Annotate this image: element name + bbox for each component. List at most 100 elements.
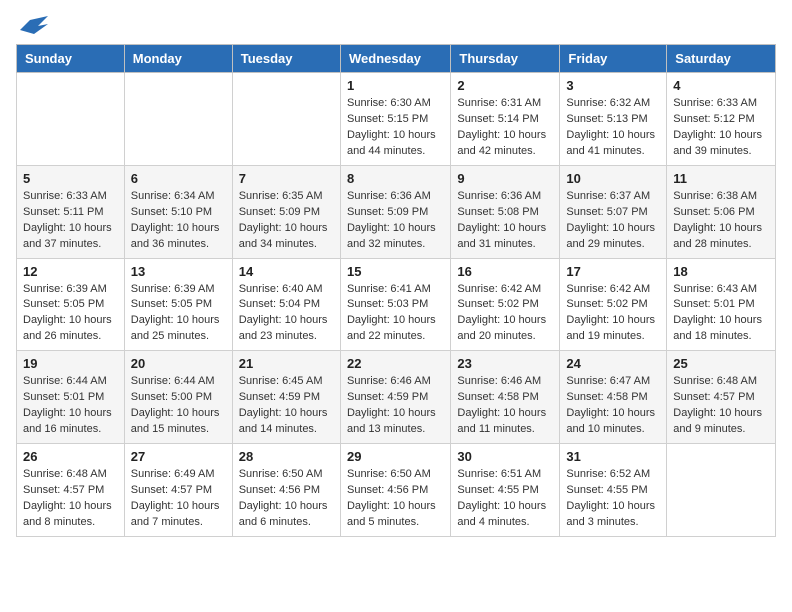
calendar-cell: 25 Sunrise: 6:48 AMSunset: 4:57 PMDayligh… (667, 351, 776, 444)
day-info: Sunrise: 6:42 AMSunset: 5:02 PMDaylight:… (566, 282, 660, 346)
day-number: 9 (457, 171, 553, 186)
day-number: 14 (239, 264, 334, 279)
calendar-cell: 23 Sunrise: 6:46 AMSunset: 4:58 PMDayligh… (451, 351, 560, 444)
calendar-cell: 21Sunrise: 6:45 AMSunset: 4:59 PMDayligh… (232, 351, 340, 444)
calendar-cell: 26 Sunrise: 6:48 AMSunset: 4:57 PMDayligh… (17, 444, 125, 537)
calendar-cell: 15Sunrise: 6:41 AMSunset: 5:03 PMDayligh… (340, 258, 450, 351)
calendar-cell: 17 Sunrise: 6:42 AMSunset: 5:02 PMDayligh… (560, 258, 667, 351)
day-info: Sunrise: 6:38 AMSunset: 5:06 PMDaylight:… (673, 189, 769, 253)
calendar-cell: 29 Sunrise: 6:50 AMSunset: 4:56 PMDayligh… (340, 444, 450, 537)
day-number: 31 (566, 449, 660, 464)
day-number: 29 (347, 449, 444, 464)
calendar-week-row: 1 Sunrise: 6:30 AMSunset: 5:15 PMDaylight… (17, 73, 776, 166)
day-info: Sunrise: 6:46 AMSunset: 4:59 PMDaylight:… (347, 374, 444, 438)
calendar-week-row: 26 Sunrise: 6:48 AMSunset: 4:57 PMDayligh… (17, 444, 776, 537)
day-info: Sunrise: 6:39 AMSunset: 5:05 PMDaylight:… (23, 282, 118, 346)
calendar-cell (17, 73, 125, 166)
day-info: Sunrise: 6:50 AMSunset: 4:56 PMDaylight:… (239, 467, 334, 531)
day-info: Sunrise: 6:49 AMSunset: 4:57 PMDaylight:… (131, 467, 226, 531)
calendar-cell: 30Sunrise: 6:51 AMSunset: 4:55 PMDayligh… (451, 444, 560, 537)
calendar-week-row: 5 Sunrise: 6:33 AMSunset: 5:11 PMDaylight… (17, 165, 776, 258)
day-number: 1 (347, 78, 444, 93)
page-header (16, 16, 776, 36)
day-info: Sunrise: 6:30 AMSunset: 5:15 PMDaylight:… (347, 96, 444, 160)
calendar-cell: 20 Sunrise: 6:44 AMSunset: 5:00 PMDayligh… (124, 351, 232, 444)
day-info: Sunrise: 6:32 AMSunset: 5:13 PMDaylight:… (566, 96, 660, 160)
calendar-cell: 19Sunrise: 6:44 AMSunset: 5:01 PMDayligh… (17, 351, 125, 444)
day-number: 22 (347, 356, 444, 371)
day-number: 8 (347, 171, 444, 186)
calendar-header-wednesday: Wednesday (340, 45, 450, 73)
day-info: Sunrise: 6:44 AMSunset: 5:01 PMDaylight:… (23, 374, 118, 438)
day-number: 5 (23, 171, 118, 186)
day-number: 17 (566, 264, 660, 279)
day-info: Sunrise: 6:36 AMSunset: 5:08 PMDaylight:… (457, 189, 553, 253)
day-info: Sunrise: 6:33 AMSunset: 5:12 PMDaylight:… (673, 96, 769, 160)
day-number: 7 (239, 171, 334, 186)
calendar-table: SundayMondayTuesdayWednesdayThursdayFrid… (16, 44, 776, 537)
calendar-cell: 6Sunrise: 6:34 AMSunset: 5:10 PMDaylight… (124, 165, 232, 258)
day-info: Sunrise: 6:52 AMSunset: 4:55 PMDaylight:… (566, 467, 660, 531)
day-info: Sunrise: 6:44 AMSunset: 5:00 PMDaylight:… (131, 374, 226, 438)
day-info: Sunrise: 6:48 AMSunset: 4:57 PMDaylight:… (23, 467, 118, 531)
day-number: 28 (239, 449, 334, 464)
day-number: 10 (566, 171, 660, 186)
day-number: 2 (457, 78, 553, 93)
day-info: Sunrise: 6:50 AMSunset: 4:56 PMDaylight:… (347, 467, 444, 531)
calendar-cell: 10 Sunrise: 6:37 AMSunset: 5:07 PMDayligh… (560, 165, 667, 258)
day-info: Sunrise: 6:46 AMSunset: 4:58 PMDaylight:… (457, 374, 553, 438)
calendar-week-row: 12 Sunrise: 6:39 AMSunset: 5:05 PMDayligh… (17, 258, 776, 351)
calendar-cell: 11 Sunrise: 6:38 AMSunset: 5:06 PMDayligh… (667, 165, 776, 258)
calendar-cell: 3 Sunrise: 6:32 AMSunset: 5:13 PMDaylight… (560, 73, 667, 166)
calendar-cell: 9 Sunrise: 6:36 AMSunset: 5:08 PMDaylight… (451, 165, 560, 258)
day-info: Sunrise: 6:48 AMSunset: 4:57 PMDaylight:… (673, 374, 769, 438)
calendar-header-row: SundayMondayTuesdayWednesdayThursdayFrid… (17, 45, 776, 73)
day-info: Sunrise: 6:37 AMSunset: 5:07 PMDaylight:… (566, 189, 660, 253)
logo-bird-icon (20, 16, 48, 36)
day-info: Sunrise: 6:33 AMSunset: 5:11 PMDaylight:… (23, 189, 118, 253)
calendar-cell (124, 73, 232, 166)
day-number: 25 (673, 356, 769, 371)
day-number: 18 (673, 264, 769, 279)
day-number: 23 (457, 356, 553, 371)
day-number: 24 (566, 356, 660, 371)
calendar-cell: 7 Sunrise: 6:35 AMSunset: 5:09 PMDaylight… (232, 165, 340, 258)
day-info: Sunrise: 6:51 AMSunset: 4:55 PMDaylight:… (457, 467, 553, 531)
calendar-cell (232, 73, 340, 166)
day-number: 12 (23, 264, 118, 279)
day-number: 3 (566, 78, 660, 93)
day-info: Sunrise: 6:36 AMSunset: 5:09 PMDaylight:… (347, 189, 444, 253)
calendar-cell: 27 Sunrise: 6:49 AMSunset: 4:57 PMDayligh… (124, 444, 232, 537)
day-info: Sunrise: 6:45 AMSunset: 4:59 PMDaylight:… (239, 374, 334, 438)
calendar-cell: 2 Sunrise: 6:31 AMSunset: 5:14 PMDaylight… (451, 73, 560, 166)
calendar-cell: 16 Sunrise: 6:42 AMSunset: 5:02 PMDayligh… (451, 258, 560, 351)
calendar-cell: 14Sunrise: 6:40 AMSunset: 5:04 PMDayligh… (232, 258, 340, 351)
day-info: Sunrise: 6:31 AMSunset: 5:14 PMDaylight:… (457, 96, 553, 160)
calendar-cell (667, 444, 776, 537)
logo (16, 16, 48, 36)
day-number: 11 (673, 171, 769, 186)
calendar-cell: 1 Sunrise: 6:30 AMSunset: 5:15 PMDaylight… (340, 73, 450, 166)
calendar-week-row: 19Sunrise: 6:44 AMSunset: 5:01 PMDayligh… (17, 351, 776, 444)
day-info: Sunrise: 6:43 AMSunset: 5:01 PMDaylight:… (673, 282, 769, 346)
day-number: 16 (457, 264, 553, 279)
calendar-cell: 18 Sunrise: 6:43 AMSunset: 5:01 PMDayligh… (667, 258, 776, 351)
calendar-cell: 28 Sunrise: 6:50 AMSunset: 4:56 PMDayligh… (232, 444, 340, 537)
calendar-cell: 22 Sunrise: 6:46 AMSunset: 4:59 PMDayligh… (340, 351, 450, 444)
day-info: Sunrise: 6:42 AMSunset: 5:02 PMDaylight:… (457, 282, 553, 346)
calendar-cell: 31 Sunrise: 6:52 AMSunset: 4:55 PMDayligh… (560, 444, 667, 537)
day-number: 20 (131, 356, 226, 371)
day-number: 15 (347, 264, 444, 279)
calendar-cell: 5 Sunrise: 6:33 AMSunset: 5:11 PMDaylight… (17, 165, 125, 258)
day-info: Sunrise: 6:39 AMSunset: 5:05 PMDaylight:… (131, 282, 226, 346)
day-number: 26 (23, 449, 118, 464)
day-info: Sunrise: 6:34 AMSunset: 5:10 PMDaylight:… (131, 189, 226, 253)
day-number: 27 (131, 449, 226, 464)
day-number: 4 (673, 78, 769, 93)
calendar-header-sunday: Sunday (17, 45, 125, 73)
day-info: Sunrise: 6:35 AMSunset: 5:09 PMDaylight:… (239, 189, 334, 253)
calendar-header-saturday: Saturday (667, 45, 776, 73)
calendar-cell: 4 Sunrise: 6:33 AMSunset: 5:12 PMDaylight… (667, 73, 776, 166)
calendar-cell: 8 Sunrise: 6:36 AMSunset: 5:09 PMDaylight… (340, 165, 450, 258)
day-number: 13 (131, 264, 226, 279)
